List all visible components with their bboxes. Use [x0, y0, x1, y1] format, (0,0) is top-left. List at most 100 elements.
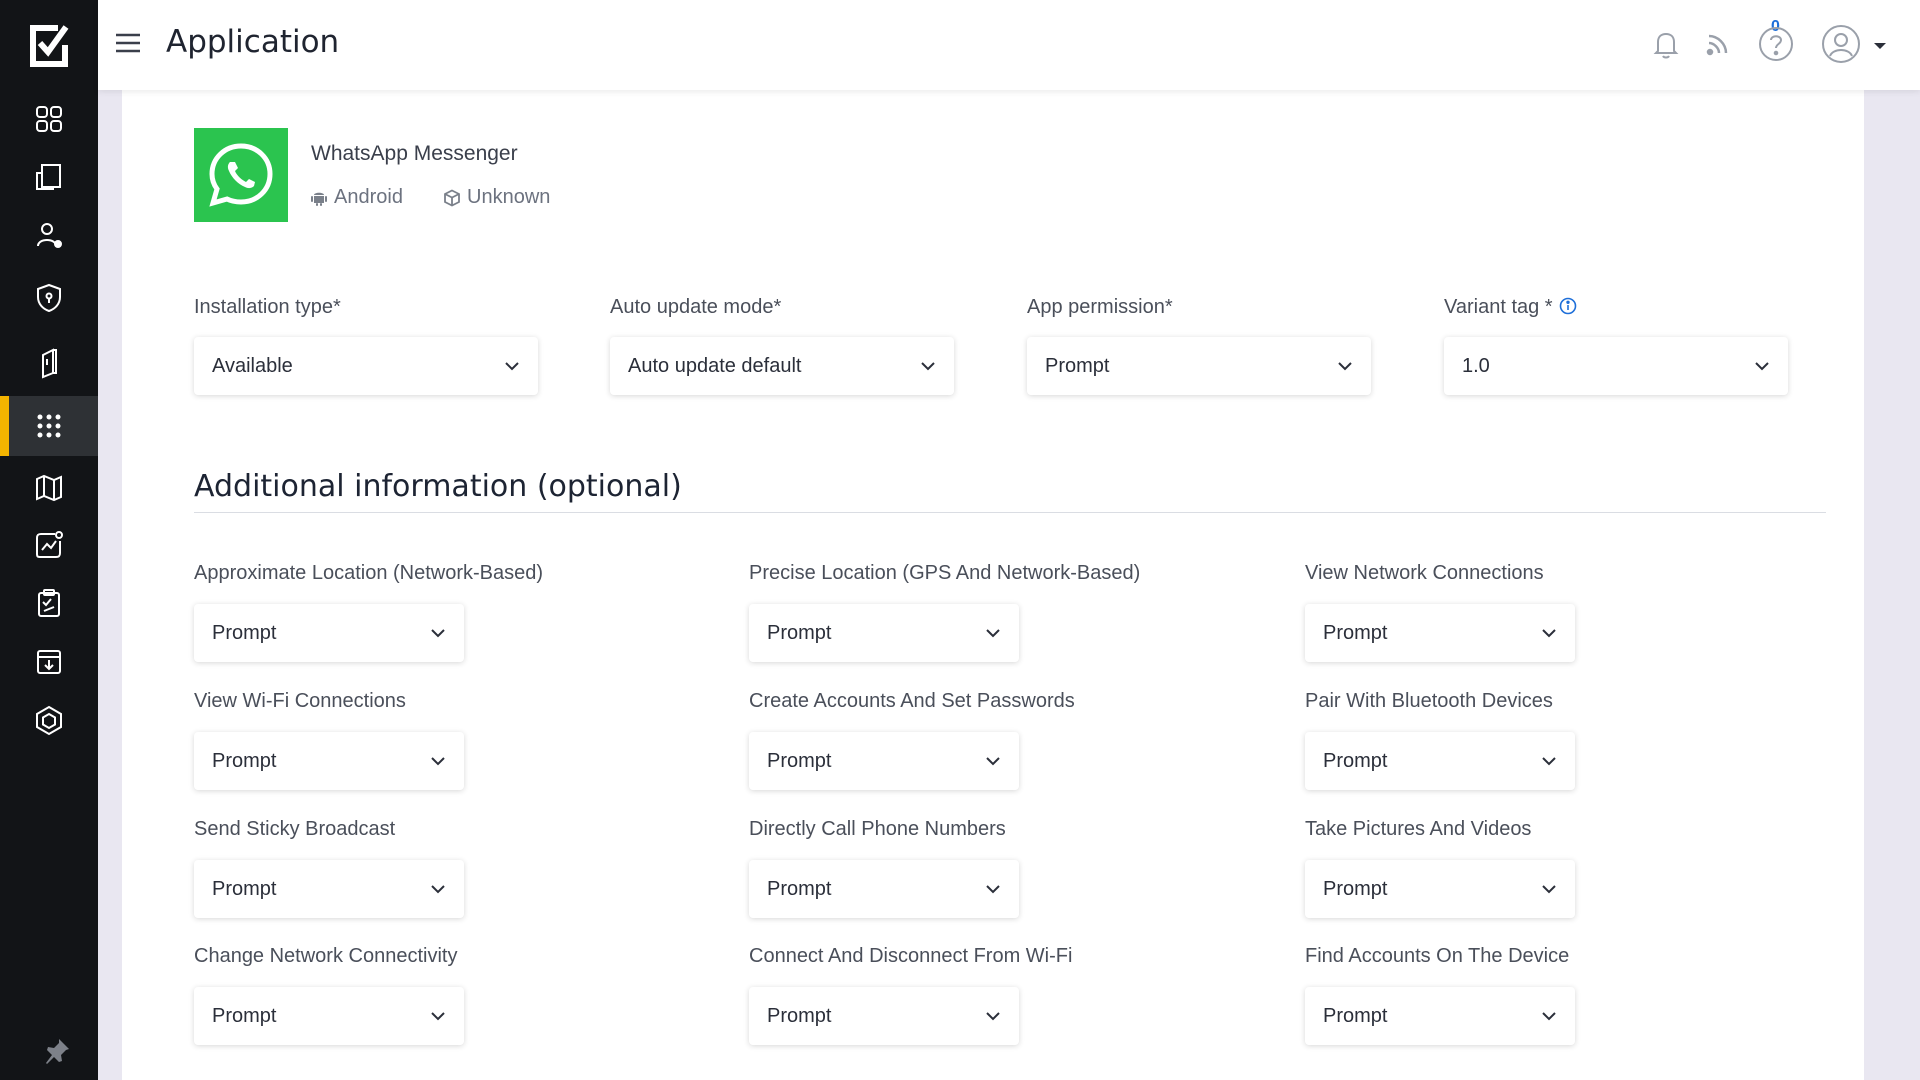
shield-icon — [37, 283, 61, 313]
permission-select[interactable]: Prompt — [749, 604, 1019, 662]
permission-value: Prompt — [212, 621, 277, 644]
permission-label: Directly Call Phone Numbers — [749, 818, 1006, 840]
variant-tag-label-text: Variant tag * — [1444, 296, 1553, 318]
permission-select[interactable]: Prompt — [194, 732, 464, 790]
permission-label: Connect And Disconnect From Wi-Fi — [749, 945, 1073, 967]
app-platform: Android — [310, 186, 403, 209]
permission-value: Prompt — [767, 749, 832, 772]
sidebar-item-security[interactable] — [0, 268, 98, 328]
user-avatar-icon[interactable] — [1821, 24, 1861, 64]
pin-icon[interactable] — [42, 1036, 72, 1066]
permission-label: Find Accounts On The Device — [1305, 945, 1570, 967]
permission-value: Prompt — [212, 1004, 277, 1027]
app-category: Unknown — [443, 186, 550, 209]
permission-label: Approximate Location (Network-Based) — [194, 562, 544, 584]
permission-select[interactable]: Prompt — [1305, 987, 1575, 1045]
menu-icon[interactable] — [114, 30, 142, 56]
sidebar-item-reports[interactable] — [0, 515, 98, 575]
package-icon — [36, 705, 62, 736]
remote-icon — [42, 348, 57, 379]
brand-logo-icon[interactable] — [26, 21, 70, 67]
permission-value: Prompt — [212, 749, 277, 772]
sidebar-item-archive[interactable] — [0, 632, 98, 692]
permission-value: Prompt — [1323, 621, 1388, 644]
app-permission-select[interactable]: Prompt — [1027, 337, 1371, 395]
permission-value: Prompt — [1323, 749, 1388, 772]
category-label: Unknown — [467, 186, 551, 208]
permission-select[interactable]: Prompt — [1305, 732, 1575, 790]
permission-label: View Wi-Fi Connections — [194, 690, 406, 712]
sidebar-item-apps[interactable] — [0, 396, 98, 456]
reports-icon — [36, 531, 63, 558]
permission-select[interactable]: Prompt — [749, 987, 1019, 1045]
platform-label: Android — [334, 186, 403, 208]
chevron-down-icon — [431, 1012, 445, 1021]
permission-value: Prompt — [1323, 877, 1388, 900]
permission-value: Prompt — [767, 621, 832, 644]
permission-label: Send Sticky Broadcast — [194, 818, 396, 840]
section-title: Additional information (optional) — [194, 469, 682, 504]
dashboard-icon — [36, 106, 62, 132]
permission-label: Change Network Connectivity — [194, 945, 458, 967]
top-bar: Application 0 — [98, 0, 1920, 90]
sidebar-item-remote[interactable] — [0, 333, 98, 393]
compliance-icon — [38, 589, 60, 617]
permission-label: Take Pictures And Videos — [1305, 818, 1532, 840]
chevron-down-icon — [986, 1012, 1000, 1021]
app-permission-value: Prompt — [1045, 354, 1110, 377]
sidebar-item-compliance[interactable] — [0, 573, 98, 633]
permission-label: Pair With Bluetooth Devices — [1305, 690, 1553, 712]
permission-select[interactable]: Prompt — [194, 860, 464, 918]
permission-value: Prompt — [1323, 1004, 1388, 1027]
info-icon[interactable] — [1559, 297, 1577, 315]
sidebar-item-packages[interactable] — [0, 690, 98, 750]
sidebar-item-users[interactable] — [0, 205, 98, 265]
variant-tag-value: 1.0 — [1462, 354, 1490, 377]
chevron-down-icon — [986, 757, 1000, 766]
variant-tag-label: Variant tag * — [1444, 296, 1577, 319]
permission-select[interactable]: Prompt — [194, 987, 464, 1045]
chevron-down-icon — [1755, 362, 1769, 371]
sidebar-item-map[interactable] — [0, 458, 98, 518]
auto-update-mode-value: Auto update default — [628, 354, 802, 377]
sidebar-item-dashboard[interactable] — [0, 89, 98, 149]
permission-value: Prompt — [767, 1004, 832, 1027]
box-icon — [444, 188, 460, 207]
app-permission-label: App permission* — [1027, 296, 1173, 318]
page-title: Application — [166, 24, 340, 60]
apps-grid-icon — [37, 414, 61, 438]
main-content: WhatsApp Messenger Android Unknown Insta… — [122, 90, 1864, 1080]
sidebar-item-devices[interactable] — [0, 147, 98, 207]
auto-update-mode-select[interactable]: Auto update default — [610, 337, 954, 395]
installation-type-label: Installation type* — [194, 296, 341, 318]
permission-select[interactable]: Prompt — [1305, 604, 1575, 662]
chevron-down-icon — [1338, 362, 1352, 371]
chevron-down-icon — [431, 629, 445, 638]
notification-bell-icon[interactable] — [1648, 26, 1684, 62]
whatsapp-logo-icon — [194, 128, 288, 222]
permission-select[interactable]: Prompt — [194, 604, 464, 662]
chevron-down-icon — [431, 885, 445, 894]
chevron-down-icon — [1542, 885, 1556, 894]
chevron-down-icon — [986, 885, 1000, 894]
permission-select[interactable]: Prompt — [1305, 860, 1575, 918]
permission-select[interactable]: Prompt — [749, 732, 1019, 790]
permission-value: Prompt — [212, 877, 277, 900]
installation-type-value: Available — [212, 354, 293, 377]
sidebar — [0, 0, 98, 1080]
auto-update-mode-label: Auto update mode* — [610, 296, 782, 318]
chevron-down-icon — [986, 629, 1000, 638]
permission-value: Prompt — [767, 877, 832, 900]
help-icon[interactable] — [1758, 26, 1794, 62]
permission-label: Precise Location (GPS And Network-Based) — [749, 562, 1141, 584]
devices-icon — [36, 164, 61, 190]
rss-feed-icon[interactable] — [1700, 26, 1736, 62]
caret-down-icon[interactable] — [1872, 38, 1888, 54]
archive-icon — [37, 650, 61, 674]
chevron-down-icon — [921, 362, 935, 371]
permission-select[interactable]: Prompt — [749, 860, 1019, 918]
installation-type-select[interactable]: Available — [194, 337, 538, 395]
chevron-down-icon — [1542, 1012, 1556, 1021]
variant-tag-select[interactable]: 1.0 — [1444, 337, 1788, 395]
chevron-down-icon — [505, 362, 519, 371]
